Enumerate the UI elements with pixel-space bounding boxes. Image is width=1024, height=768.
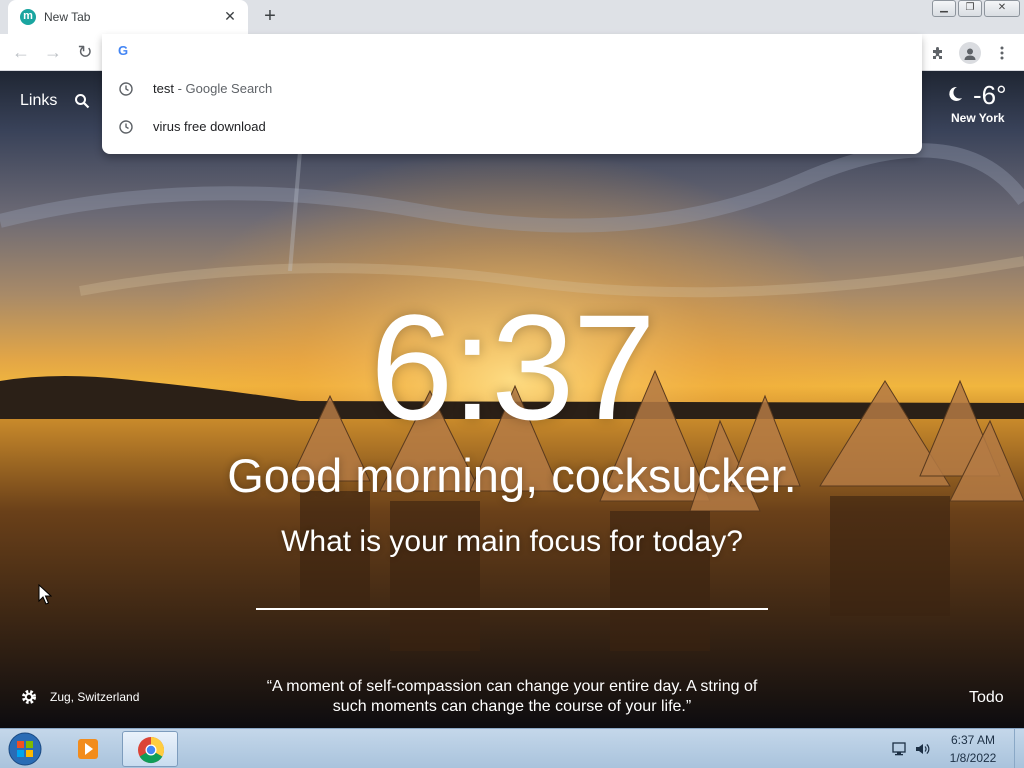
links-toggle[interactable]: Links	[20, 92, 57, 110]
focus-input[interactable]	[256, 574, 768, 610]
address-bar-input[interactable]	[142, 40, 902, 64]
minimize-button[interactable]: ▁	[932, 0, 956, 17]
reload-button[interactable]: ↻	[74, 42, 96, 64]
omnibox-dropdown: G test - Google Search virus free downlo…	[102, 34, 922, 154]
tab-title: New Tab	[44, 10, 91, 24]
taskbar-clock-date[interactable]: 1/8/2022	[934, 751, 1012, 765]
moon-icon	[946, 85, 964, 103]
google-g-icon: G	[118, 43, 129, 58]
photo-location[interactable]: Zug, Switzerland	[50, 690, 139, 704]
suggestion-text: virus free download	[153, 119, 266, 134]
tab-close-icon[interactable]: ✕	[222, 8, 238, 24]
start-button[interactable]	[6, 731, 44, 767]
network-icon[interactable]	[891, 741, 907, 757]
focus-question: What is your main focus for today?	[281, 525, 743, 558]
momentum-favicon-icon: m	[20, 9, 36, 25]
tab-new-tab[interactable]: m New Tab ✕	[8, 0, 248, 34]
show-desktop-button[interactable]	[1014, 729, 1024, 768]
new-tab-button[interactable]: +	[258, 5, 282, 29]
chrome-icon	[138, 736, 165, 764]
close-window-button[interactable]: ✕	[984, 0, 1020, 17]
greeting-text: Good morning, cocksucker.	[227, 449, 797, 502]
extensions-icon[interactable]	[926, 41, 950, 65]
daily-quote[interactable]: “A moment of self-compassion can change …	[252, 677, 772, 717]
clock-time: 6:37	[370, 283, 656, 451]
window-controls: ▁ ❐ ✕	[930, 0, 1020, 17]
weather-temperature[interactable]: -6°	[973, 80, 1007, 111]
profile-avatar-icon[interactable]	[959, 42, 981, 64]
browser-menu-icon[interactable]	[990, 41, 1014, 65]
taskbar-clock-time[interactable]: 6:37 AM	[934, 733, 1012, 747]
search-icon[interactable]	[74, 93, 90, 109]
settings-gear-icon[interactable]	[20, 688, 38, 706]
media-player-taskbar-button[interactable]	[60, 731, 116, 767]
volume-icon[interactable]	[914, 741, 930, 757]
history-clock-icon	[119, 82, 133, 96]
tab-strip: m New Tab ✕ + ▁ ❐ ✕	[0, 0, 1024, 34]
restore-button[interactable]: ❐	[958, 0, 982, 17]
back-button[interactable]: ←	[10, 42, 32, 64]
mouse-cursor-icon	[38, 583, 53, 606]
suggestion-text: test - Google Search	[153, 81, 273, 96]
windows-taskbar: 6:37 AM 1/8/2022	[0, 728, 1024, 768]
chrome-taskbar-button[interactable]	[122, 731, 178, 767]
omnibox-suggestion[interactable]: virus free download	[102, 110, 922, 144]
weather-location[interactable]: New York	[951, 111, 1005, 125]
todo-button[interactable]: Todo	[969, 689, 1004, 707]
history-clock-icon	[119, 120, 133, 134]
forward-button[interactable]: →	[42, 42, 64, 64]
omnibox-suggestion[interactable]: test - Google Search	[102, 72, 922, 106]
